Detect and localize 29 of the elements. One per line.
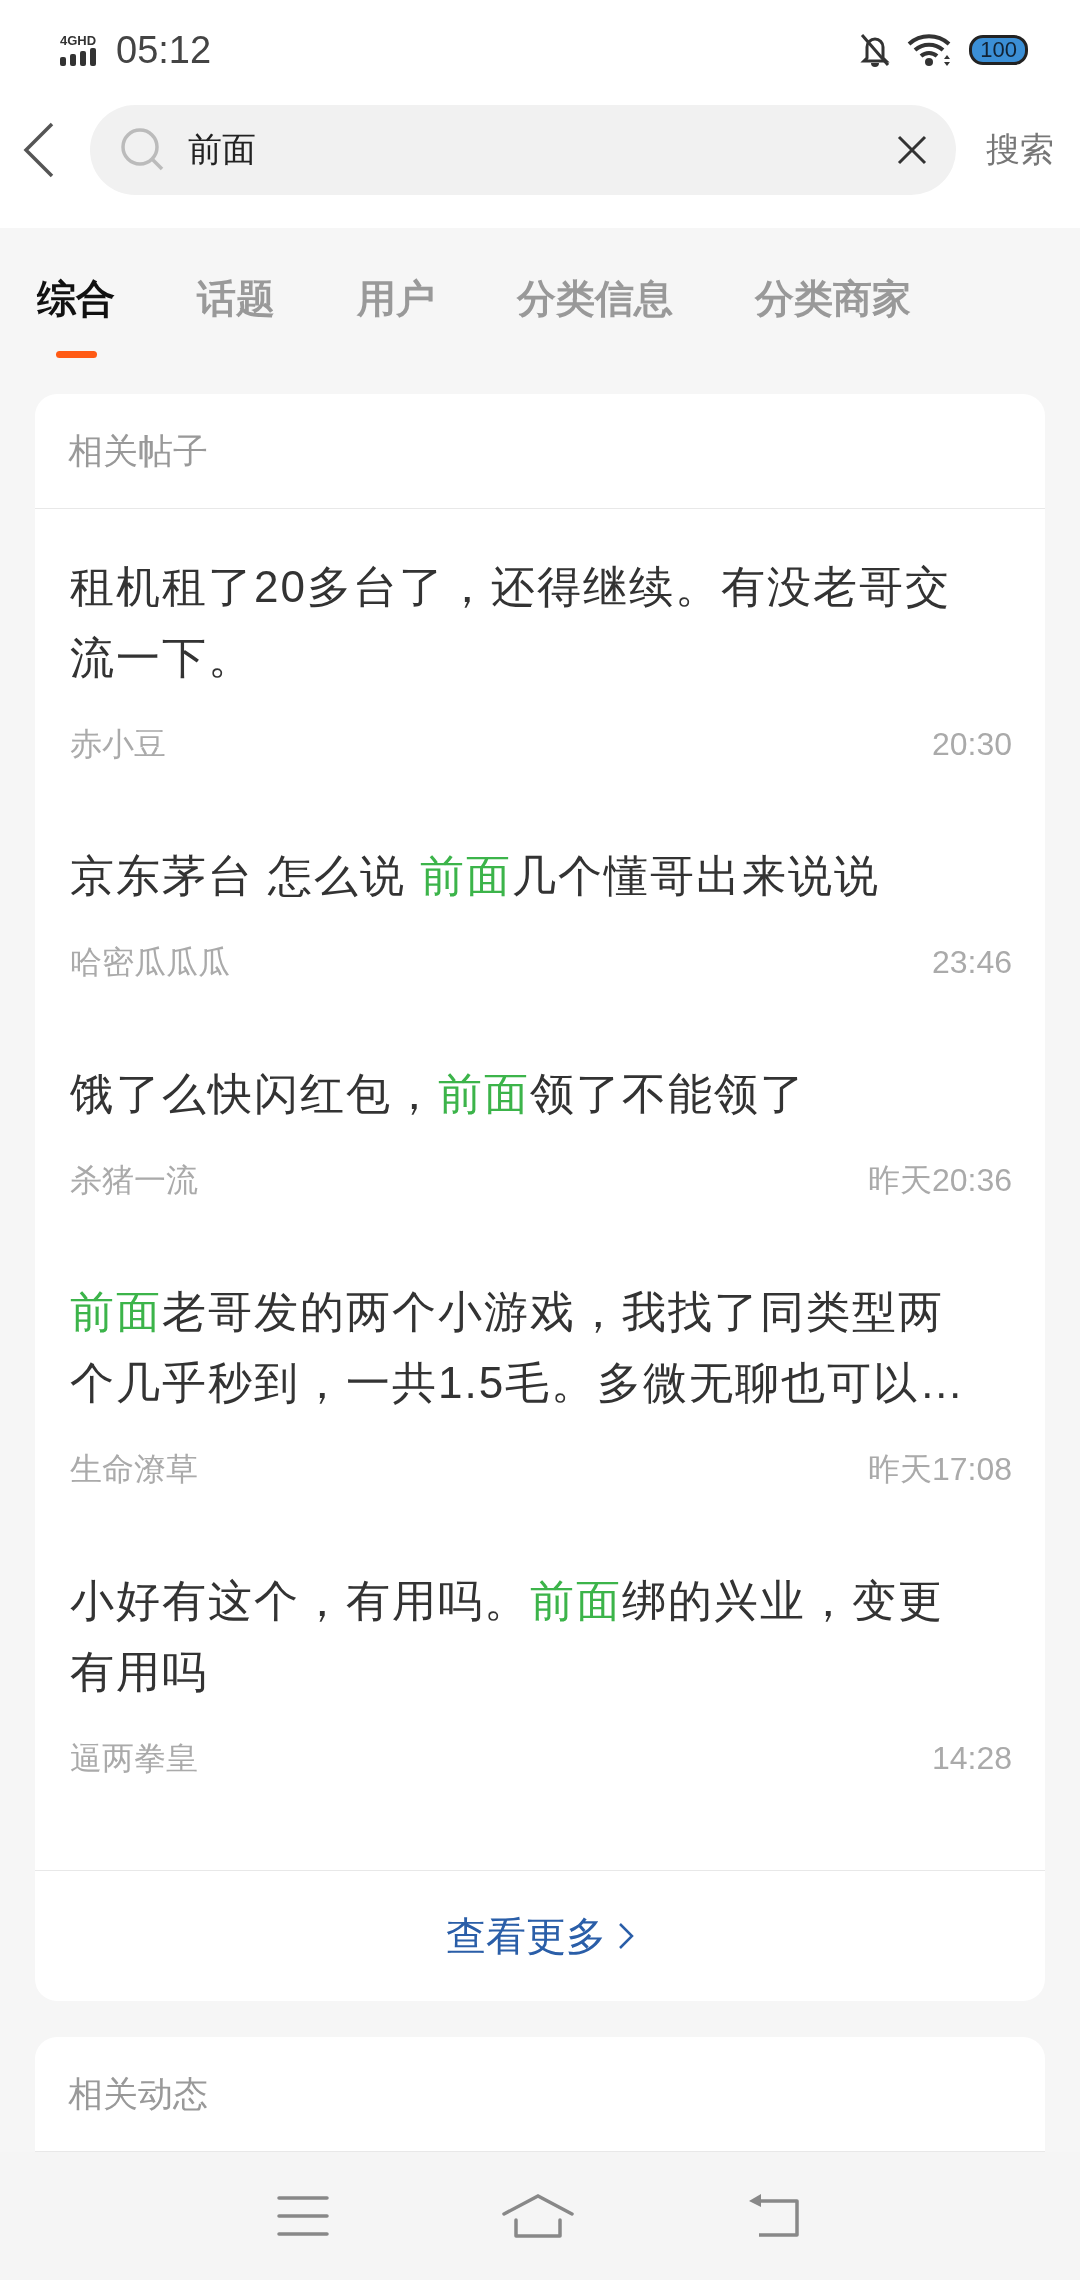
search-icon xyxy=(120,127,166,173)
post-title[interactable]: 小好有这个，有用吗。前面绑的兴业，变更有用吗 xyxy=(70,1565,985,1707)
chevron-right-icon xyxy=(618,1922,634,1950)
muted-bell-icon xyxy=(859,32,892,68)
post-author: 逼两拳皇 xyxy=(70,1739,198,1778)
battery-indicator: 100 xyxy=(969,35,1028,65)
post-author: 赤小豆 xyxy=(70,725,166,764)
post-time: 昨天17:08 xyxy=(867,1450,1012,1489)
post-title[interactable]: 饿了么快闪红包，前面领了不能领了 xyxy=(70,1058,985,1129)
post-title[interactable]: 京东茅台 怎么说 前面几个懂哥出来说说 xyxy=(70,840,985,911)
post-author: 生命潦草 xyxy=(70,1450,198,1489)
search-field[interactable]: 前面 xyxy=(90,105,956,195)
post-time: 23:46 xyxy=(931,943,1012,982)
post-time: 14:28 xyxy=(931,1739,1012,1778)
clock: 05:12 xyxy=(116,28,212,72)
post-time: 20:30 xyxy=(931,725,1012,764)
home-icon[interactable] xyxy=(502,2194,574,2238)
menu-icon[interactable] xyxy=(276,2195,329,2237)
section-title: 相关帖子 xyxy=(35,394,1045,509)
post-title[interactable]: 前面老哥发的两个小游戏，我找了同类型两个几乎秒到，一共1.5毛。多微无聊也可以… xyxy=(70,1276,985,1418)
post-author: 哈密瓜瓜瓜 xyxy=(70,943,230,982)
search-button[interactable]: 搜索 xyxy=(986,127,1054,173)
tab[interactable]: 综合 xyxy=(37,228,115,394)
post-title[interactable]: 租机租了20多台了，还得继续。有没老哥交流一下。 xyxy=(70,551,985,693)
clear-icon[interactable] xyxy=(896,134,928,166)
network-label: 4GHD xyxy=(60,34,97,48)
view-more-link[interactable]: 查看更多 xyxy=(446,1908,634,1964)
post-author: 杀猪一流 xyxy=(70,1161,198,1200)
post-time: 昨天20:36 xyxy=(867,1161,1012,1200)
